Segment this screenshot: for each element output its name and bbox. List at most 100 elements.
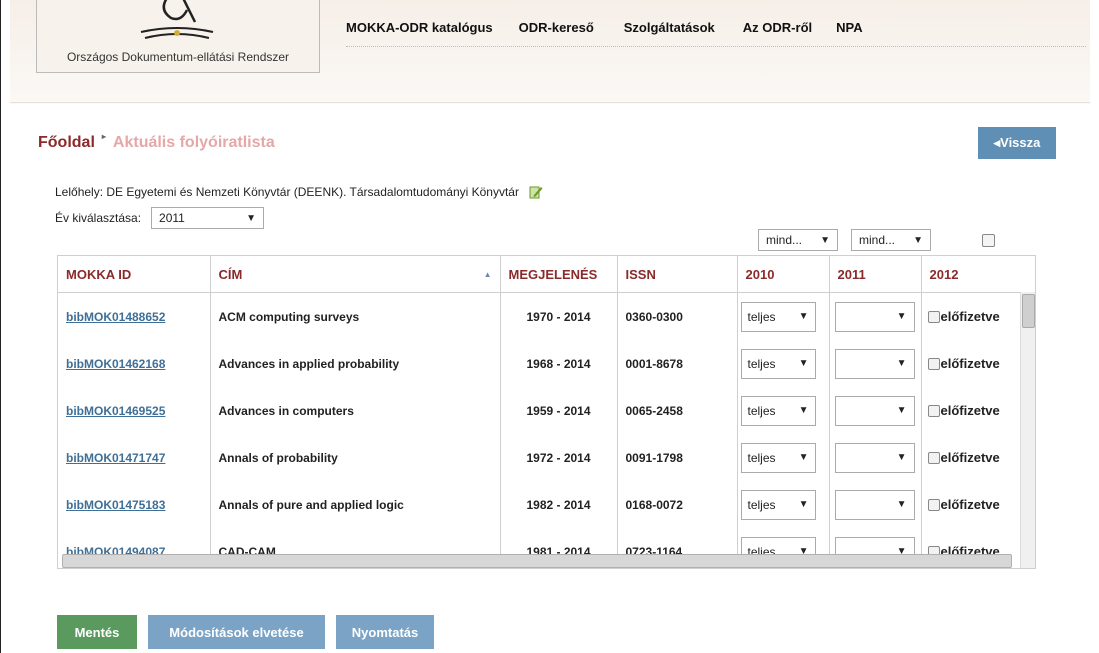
cell-range: 1959 - 2014 <box>500 387 618 434</box>
cell-2012: előfizetve <box>921 481 1021 528</box>
cell-2012: előfizetve <box>921 387 1021 434</box>
nav-az-odr-rol[interactable]: Az ODR-ről <box>743 20 812 35</box>
save-button[interactable]: Mentés <box>57 615 137 649</box>
vertical-scrollbar-thumb[interactable] <box>1022 294 1035 328</box>
cell-2011: ▼ <box>829 434 922 481</box>
mokka-id-link[interactable]: bibMOK01475183 <box>66 498 165 512</box>
dropdown-arrow-icon: ▼ <box>896 311 907 322</box>
nav-mokka-odr[interactable]: MOKKA-ODR katalógus <box>346 20 493 35</box>
logo-text: Országos Dokumentum-ellátási Rendszer <box>66 50 290 64</box>
select-2010[interactable]: teljes ▼ <box>740 489 816 520</box>
col-header-2010[interactable]: 2010 <box>737 256 830 293</box>
bulk-select-2010[interactable]: mind... ▼ <box>758 229 838 251</box>
cell-issn: 0091-1798 <box>617 434 738 481</box>
cell-title: Advances in applied probability <box>210 340 501 387</box>
mokka-id-link[interactable]: bibMOK01462168 <box>66 357 165 371</box>
cell-2012: előfizetve <box>921 293 1021 341</box>
mokka-id-link[interactable]: bibMOK01488652 <box>66 310 165 324</box>
col-header-cim[interactable]: CÍM ▲ <box>210 256 501 293</box>
select-2010[interactable]: teljes ▼ <box>740 395 816 426</box>
subscribed-checkbox-wrap[interactable]: előfizetve <box>927 309 1022 324</box>
subscribed-checkbox[interactable] <box>927 310 940 323</box>
bulk-checkbox-2012[interactable] <box>982 234 995 247</box>
nav-odr-kereso[interactable]: ODR-kereső <box>519 20 594 35</box>
journal-table: MOKKA ID CÍM ▲ MEGJELENÉS ISSN 2010 2011 … <box>58 256 1022 568</box>
cell-2010: teljes ▼ <box>737 387 830 434</box>
dropdown-arrow-icon: ▼ <box>798 499 809 510</box>
dropdown-arrow-icon: ▼ <box>798 311 809 322</box>
edit-location-icon[interactable] <box>529 185 543 199</box>
col-header-issn[interactable]: ISSN <box>617 256 738 293</box>
table-row: bibMOK01475183 Annals of pure and applied… <box>58 481 1021 528</box>
cell-mokka-id: bibMOK01488652 <box>58 292 211 340</box>
sort-ascending-icon[interactable]: ▲ <box>484 270 492 279</box>
location-line: Lelőhely: DE Egyetemi és Nemzeti Könyvtá… <box>55 185 543 199</box>
mokka-id-link[interactable]: bibMOK01471747 <box>66 451 165 465</box>
breadcrumb-current: Aktuális folyóiratlista <box>112 134 275 151</box>
discard-changes-button[interactable]: Módosítások elvetése <box>148 615 325 649</box>
subscribed-label: előfizetve <box>940 497 1000 512</box>
table-row: bibMOK01469525 Advances in computers 1959 … <box>58 387 1021 434</box>
col-header-cim-label: CÍM <box>218 266 243 282</box>
nav-npa[interactable]: NPA <box>836 20 862 35</box>
cell-2010: teljes ▼ <box>737 481 830 528</box>
odr-logo-icon <box>140 0 214 39</box>
select-2011[interactable]: ▼ <box>834 442 915 473</box>
dropdown-arrow-icon: ▼ <box>896 499 907 510</box>
back-button[interactable]: ◂Vissza <box>978 127 1056 159</box>
horizontal-scrollbar[interactable] <box>62 554 1012 568</box>
dropdown-arrow-icon: ▼ <box>798 452 809 463</box>
subscribed-checkbox-wrap[interactable]: előfizetve <box>927 356 1022 371</box>
journal-table-body: bibMOK01488652 ACM computing surveys 1970 … <box>58 292 1022 568</box>
col-header-2012[interactable]: 2012 <box>921 256 1021 293</box>
select-2011[interactable]: ▼ <box>834 395 915 426</box>
vertical-scrollbar[interactable] <box>1020 292 1035 568</box>
cell-2011: ▼ <box>829 481 922 528</box>
col-header-megjelenes[interactable]: MEGJELENÉS <box>500 256 618 293</box>
action-buttons: Mentés Módosítások elvetése Nyomtatás <box>57 615 445 649</box>
print-button[interactable]: Nyomtatás <box>336 615 434 649</box>
year-select[interactable]: 2011 ▼ <box>151 207 265 229</box>
select-2011[interactable]: ▼ <box>834 489 915 520</box>
select-2011[interactable]: ▼ <box>834 348 915 379</box>
header-separator <box>10 102 1090 103</box>
subscribed-checkbox[interactable] <box>927 357 940 370</box>
cell-2011: ▼ <box>829 387 922 434</box>
select-2010[interactable]: teljes ▼ <box>740 348 816 379</box>
col-header-mokka-id[interactable]: MOKKA ID <box>58 256 211 293</box>
col-header-2011[interactable]: 2011 <box>829 256 922 293</box>
cell-mokka-id: bibMOK01462168 <box>58 340 211 387</box>
cell-2011: ▼ <box>829 340 922 387</box>
select-2010[interactable]: teljes ▼ <box>740 442 816 473</box>
dropdown-arrow-icon: ▼ <box>798 358 809 369</box>
odr-logo[interactable]: Országos Dokumentum-ellátási Rendszer <box>36 0 320 73</box>
dropdown-arrow-icon: ▼ <box>896 358 907 369</box>
select-2010[interactable]: teljes ▼ <box>740 301 816 332</box>
cell-range: 1972 - 2014 <box>500 434 618 481</box>
cell-range: 1968 - 2014 <box>500 340 618 387</box>
nav-szolgaltatasok[interactable]: Szolgáltatások <box>624 20 715 35</box>
select-2011[interactable]: ▼ <box>834 301 915 332</box>
year-select-value: 2011 <box>159 211 185 225</box>
mokka-id-link[interactable]: bibMOK01469525 <box>66 404 165 418</box>
subscribed-checkbox[interactable] <box>927 451 940 464</box>
cell-mokka-id: bibMOK01475183 <box>58 481 211 528</box>
subscribed-checkbox-wrap[interactable]: előfizetve <box>927 450 1022 465</box>
breadcrumb-home[interactable]: Főoldal <box>38 134 95 152</box>
subscribed-checkbox-wrap[interactable]: előfizetve <box>927 403 1022 418</box>
cell-2010: teljes ▼ <box>737 340 830 387</box>
cell-title: Annals of pure and applied logic <box>210 481 501 528</box>
subscribed-checkbox[interactable] <box>927 498 940 511</box>
cell-title: Annals of probability <box>210 434 501 481</box>
nav-divider <box>346 46 1086 47</box>
subscribed-checkbox-wrap[interactable]: előfizetve <box>927 497 1022 512</box>
table-header-row: MOKKA ID CÍM ▲ MEGJELENÉS ISSN 2010 2011 … <box>58 256 1021 293</box>
subscribed-checkbox[interactable] <box>927 404 940 417</box>
subscribed-label: előfizetve <box>940 403 1000 418</box>
journal-table-container: MOKKA ID CÍM ▲ MEGJELENÉS ISSN 2010 2011 … <box>57 255 1036 569</box>
bulk-select-2011[interactable]: mind... ▼ <box>851 229 931 251</box>
subscribed-label: előfizetve <box>940 309 1000 324</box>
select-2010-value: teljes <box>747 309 776 324</box>
location-text: Lelőhely: DE Egyetemi és Nemzeti Könyvtá… <box>55 185 519 199</box>
subscribed-label: előfizetve <box>940 356 1000 371</box>
